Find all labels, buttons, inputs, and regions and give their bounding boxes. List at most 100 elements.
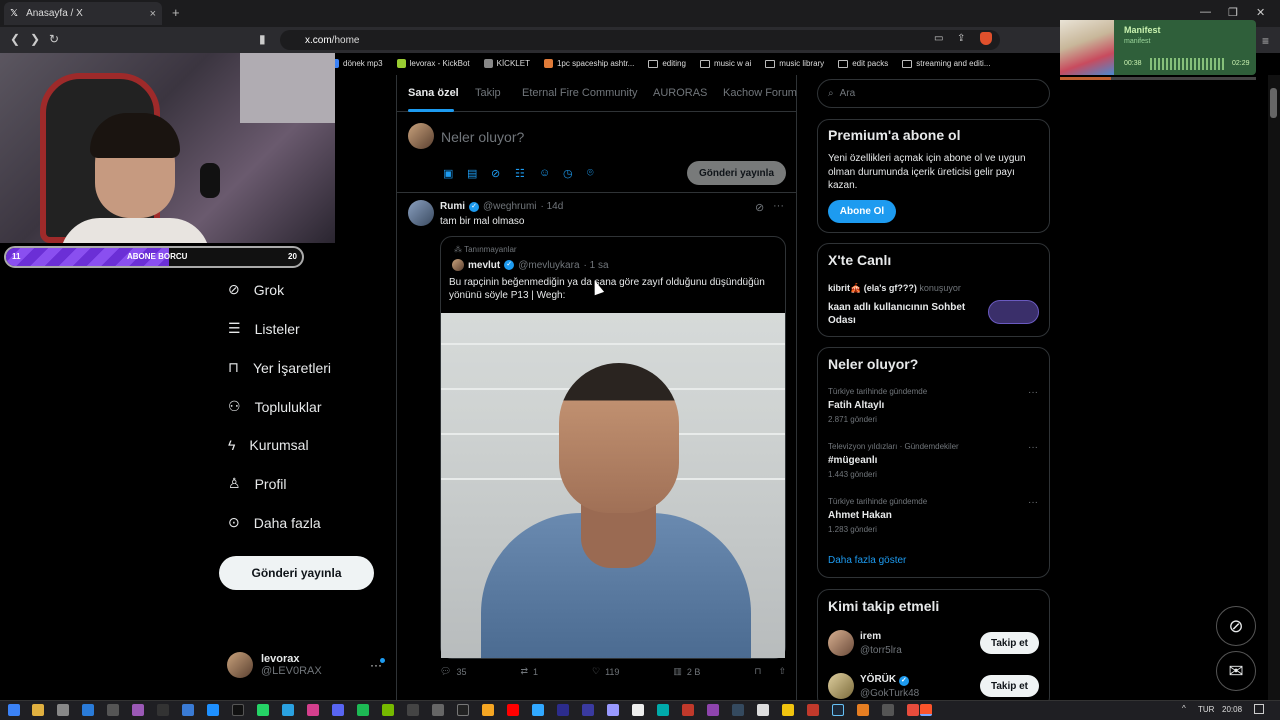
image-icon[interactable]: ▣ bbox=[443, 167, 455, 180]
tab-following[interactable]: Takip bbox=[475, 87, 501, 99]
trend-name[interactable]: Ahmet Hakan bbox=[828, 510, 892, 521]
app-icon[interactable] bbox=[682, 704, 694, 716]
bookmark-folder[interactable]: music library bbox=[765, 59, 824, 68]
browser-tab[interactable]: 𝕏 Anasayfa / X × bbox=[4, 2, 162, 25]
location-icon[interactable]: ⌾ bbox=[587, 167, 599, 179]
app-icon[interactable] bbox=[157, 704, 169, 716]
app-icon[interactable] bbox=[857, 704, 869, 716]
suggested-user-name[interactable]: irem bbox=[860, 631, 881, 642]
follow-button[interactable]: Takip et bbox=[980, 675, 1039, 697]
tweet-author-name[interactable]: Rumi bbox=[440, 201, 465, 212]
nav-item-lists[interactable]: ☰ Listeler bbox=[228, 320, 300, 337]
nvidia-icon[interactable] bbox=[382, 704, 394, 716]
app-icon[interactable] bbox=[732, 704, 744, 716]
live-host-line[interactable]: kibrit🎪 (ela's gf???) konuşuyor bbox=[828, 283, 961, 294]
spotify-icon[interactable] bbox=[357, 704, 369, 716]
tab-close-icon[interactable]: × bbox=[150, 8, 156, 20]
gif-icon[interactable]: ▤ bbox=[467, 167, 479, 180]
suggested-user-avatar[interactable] bbox=[828, 630, 854, 656]
app-icon[interactable] bbox=[407, 704, 419, 716]
whatsapp-icon[interactable] bbox=[257, 704, 269, 716]
app-icon[interactable] bbox=[807, 704, 819, 716]
keyboard-language[interactable]: TUR bbox=[1198, 705, 1214, 714]
emoji-icon[interactable]: ☺ bbox=[539, 167, 551, 179]
grok-icon[interactable]: ⊘ bbox=[755, 201, 764, 214]
menu-icon[interactable]: ≡ bbox=[1262, 34, 1269, 48]
follow-button[interactable]: Takip et bbox=[980, 632, 1039, 654]
notifications-icon[interactable] bbox=[1254, 704, 1264, 714]
audition-icon[interactable] bbox=[582, 704, 594, 716]
nav-item-communities[interactable]: ⚇ Topluluklar bbox=[228, 398, 322, 415]
media-encoder-icon[interactable] bbox=[557, 704, 569, 716]
start-icon[interactable] bbox=[8, 704, 20, 716]
reload-icon[interactable]: ↻ bbox=[49, 32, 59, 46]
schedule-icon[interactable]: ◷ bbox=[563, 167, 575, 180]
nav-item-more[interactable]: ⊙ Daha fazla bbox=[228, 514, 321, 531]
adobe-illustrator-icon[interactable] bbox=[507, 704, 519, 716]
views-button[interactable]: ▥ 2 B bbox=[673, 666, 700, 677]
photoshop-icon[interactable] bbox=[532, 704, 544, 716]
bookmark-item[interactable]: 1pc spaceship ashtr... bbox=[543, 59, 634, 68]
nav-item-profile[interactable]: ♙ Profil bbox=[228, 475, 286, 492]
grok-icon[interactable]: ⊘ bbox=[491, 167, 503, 180]
minimize-icon[interactable]: — bbox=[1200, 6, 1211, 18]
bookmark-item[interactable]: KİCKLET bbox=[483, 59, 530, 68]
new-tab-button[interactable]: + bbox=[172, 5, 180, 20]
tweet-author-handle[interactable]: @weghrumi bbox=[483, 201, 537, 212]
bookmark-folder[interactable]: editing bbox=[648, 59, 686, 68]
suggested-user-avatar[interactable] bbox=[828, 673, 854, 699]
app-icon[interactable] bbox=[782, 704, 794, 716]
file-explorer-icon[interactable] bbox=[32, 704, 44, 716]
show-more-link[interactable]: Daha fazla göster bbox=[828, 555, 906, 566]
quote-photo[interactable] bbox=[441, 313, 785, 658]
tab-community-kachow[interactable]: Kachow Forum bbox=[723, 87, 797, 99]
tweet-time[interactable]: · 14d bbox=[541, 201, 564, 212]
share-icon[interactable]: ⇧ bbox=[778, 666, 786, 677]
app-icon[interactable] bbox=[707, 704, 719, 716]
compose-input[interactable]: Neler oluyor? bbox=[441, 129, 524, 145]
app-icon[interactable] bbox=[132, 704, 144, 716]
brave-shield-icon[interactable] bbox=[980, 32, 992, 45]
nav-item-bookmarks[interactable]: ⊓ Yer İşaretleri bbox=[228, 359, 331, 376]
compose-avatar[interactable] bbox=[408, 123, 434, 149]
tray-chevron-icon[interactable]: ^ bbox=[1182, 704, 1186, 713]
vscode-icon[interactable] bbox=[82, 704, 94, 716]
app-icon[interactable] bbox=[307, 704, 319, 716]
bookmark-folder[interactable]: music w ai bbox=[699, 59, 751, 68]
tab-for-you[interactable]: Sana özel bbox=[408, 87, 459, 99]
clock[interactable]: 20:08 bbox=[1222, 705, 1242, 714]
discord-icon[interactable] bbox=[332, 704, 344, 716]
app-icon[interactable] bbox=[107, 704, 119, 716]
app-icon[interactable] bbox=[207, 704, 219, 716]
bookmark-folder[interactable]: streaming and editi... bbox=[902, 59, 990, 68]
restore-icon[interactable]: ❐ bbox=[1228, 6, 1238, 19]
repost-button[interactable]: ⇄ 1 bbox=[520, 666, 538, 677]
bookmark-tweet-button[interactable]: ⊓ ⇧ bbox=[754, 666, 786, 677]
suggested-user-name[interactable]: YÖRÜK ✓ bbox=[860, 674, 909, 686]
forward-icon[interactable]: ❯ bbox=[30, 32, 40, 46]
messages-fab[interactable]: ✉ bbox=[1216, 651, 1256, 691]
grok-fab[interactable]: ⊘ bbox=[1216, 606, 1256, 646]
bookmark-item[interactable]: dönek mp3 bbox=[330, 59, 383, 68]
subscribe-button[interactable]: Abone Ol bbox=[828, 200, 896, 223]
scrollbar-thumb[interactable] bbox=[1270, 88, 1277, 118]
tweet-avatar[interactable] bbox=[408, 200, 434, 226]
like-button[interactable]: ♡ 119 bbox=[592, 666, 619, 677]
nav-item-grok[interactable]: ⊘ Grok bbox=[228, 281, 284, 298]
compose-post-button[interactable]: Gönderi yayınla bbox=[687, 161, 786, 185]
app-icon[interactable] bbox=[907, 704, 919, 716]
live-participants-avatars[interactable] bbox=[988, 300, 1039, 324]
app-icon[interactable] bbox=[482, 704, 494, 716]
live-room-title[interactable]: kaan adlı kullanıcının Sohbet Odası bbox=[828, 301, 978, 327]
trend-more-icon[interactable]: ··· bbox=[1028, 387, 1038, 398]
brave-browser-icon[interactable] bbox=[920, 704, 932, 716]
url-field[interactable]: x.com/home bbox=[280, 30, 1000, 50]
bookmark-page-icon[interactable]: ▮ bbox=[259, 32, 266, 46]
app-icon[interactable] bbox=[757, 704, 769, 716]
search-input[interactable]: ⌕ Ara bbox=[817, 79, 1050, 108]
trend-name[interactable]: Fatih Altaylı bbox=[828, 400, 884, 411]
app-icon[interactable] bbox=[432, 704, 444, 716]
nav-item-business[interactable]: ϟ Kurumsal bbox=[228, 437, 309, 453]
app-icon[interactable] bbox=[657, 704, 669, 716]
reply-button[interactable]: 💬︎ 35 bbox=[440, 666, 466, 677]
